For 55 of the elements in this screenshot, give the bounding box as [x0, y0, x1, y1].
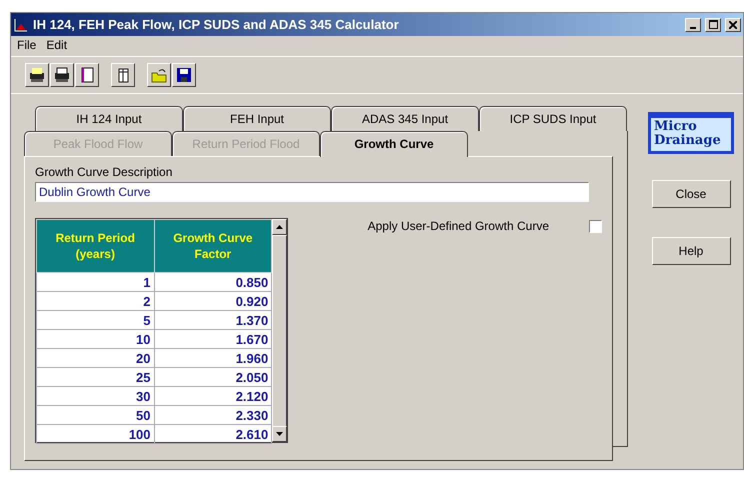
save-icon — [175, 66, 193, 84]
down-arrow-icon — [276, 432, 283, 436]
column-header: Return Period (years) — [36, 220, 154, 272]
table-cell: 5 — [36, 310, 154, 330]
help-button[interactable]: Help — [652, 237, 730, 265]
table-cell: 2.330 — [154, 406, 272, 424]
table-cell: 0.850 — [154, 272, 272, 292]
printer-icon — [53, 66, 71, 84]
menu-item[interactable]: File — [17, 38, 36, 54]
toolbar-button[interactable] — [172, 63, 196, 87]
table-cell: 2.050 — [154, 368, 272, 386]
table-cell: 50 — [36, 406, 154, 424]
table-cell: 25 — [36, 368, 154, 386]
table-cell: 20 — [36, 348, 154, 368]
toolbar-button[interactable] — [111, 63, 135, 87]
maximize-button[interactable] — [705, 18, 721, 32]
table-cell: 1.370 — [154, 310, 272, 330]
table-cell: 10 — [36, 330, 154, 348]
table-cell: 2 — [36, 292, 154, 310]
close-dialog-button[interactable]: Close — [652, 180, 730, 208]
app-icon — [13, 16, 29, 32]
table-cell: 30 — [36, 386, 154, 406]
checkbox[interactable] — [589, 220, 602, 232]
window-title: IH 124, FEH Peak Flow, ICP SUDS and ADAS 345 Calculator — [33, 17, 400, 32]
tab[interactable]: Growth Curve — [320, 131, 468, 157]
folder-icon — [150, 66, 168, 84]
minimize-icon — [690, 26, 696, 28]
minimize-button[interactable] — [685, 18, 701, 32]
table-cell: 100 — [36, 424, 154, 444]
table-cell: 1.670 — [154, 330, 272, 348]
tab[interactable]: IH 124 Input — [35, 106, 183, 131]
table-cell: 2.610 — [154, 424, 272, 444]
table-cell: 0.920 — [154, 292, 272, 310]
tab[interactable]: ADAS 345 Input — [331, 106, 479, 131]
toolbar-button[interactable] — [25, 63, 49, 87]
toolbar-button[interactable] — [147, 63, 171, 87]
logo: Micro Drainage — [648, 112, 734, 154]
close-icon — [729, 20, 737, 28]
tab[interactable]: ICP SUDS Input — [479, 106, 627, 131]
printer-icon — [28, 66, 46, 84]
scrollbar[interactable] — [272, 219, 287, 442]
maximize-icon — [708, 20, 718, 29]
toolbar-button[interactable] — [75, 63, 99, 87]
field-label: Growth Curve Description — [35, 165, 174, 179]
checkbox-label: Apply User-Defined Growth Curve — [368, 219, 549, 233]
menu-item[interactable]: Edit — [46, 38, 68, 54]
table-cell: 1 — [36, 272, 154, 292]
table-cell: 1.960 — [154, 348, 272, 368]
tab[interactable]: FEH Input — [183, 106, 331, 131]
toolbar-button[interactable] — [50, 63, 74, 87]
close-button[interactable] — [725, 18, 741, 32]
column-header: Growth Curve Factor — [154, 220, 272, 272]
description-field[interactable]: Dublin Growth Curve — [35, 182, 589, 202]
up-arrow-icon — [276, 225, 283, 229]
table-cell: 2.120 — [154, 386, 272, 406]
